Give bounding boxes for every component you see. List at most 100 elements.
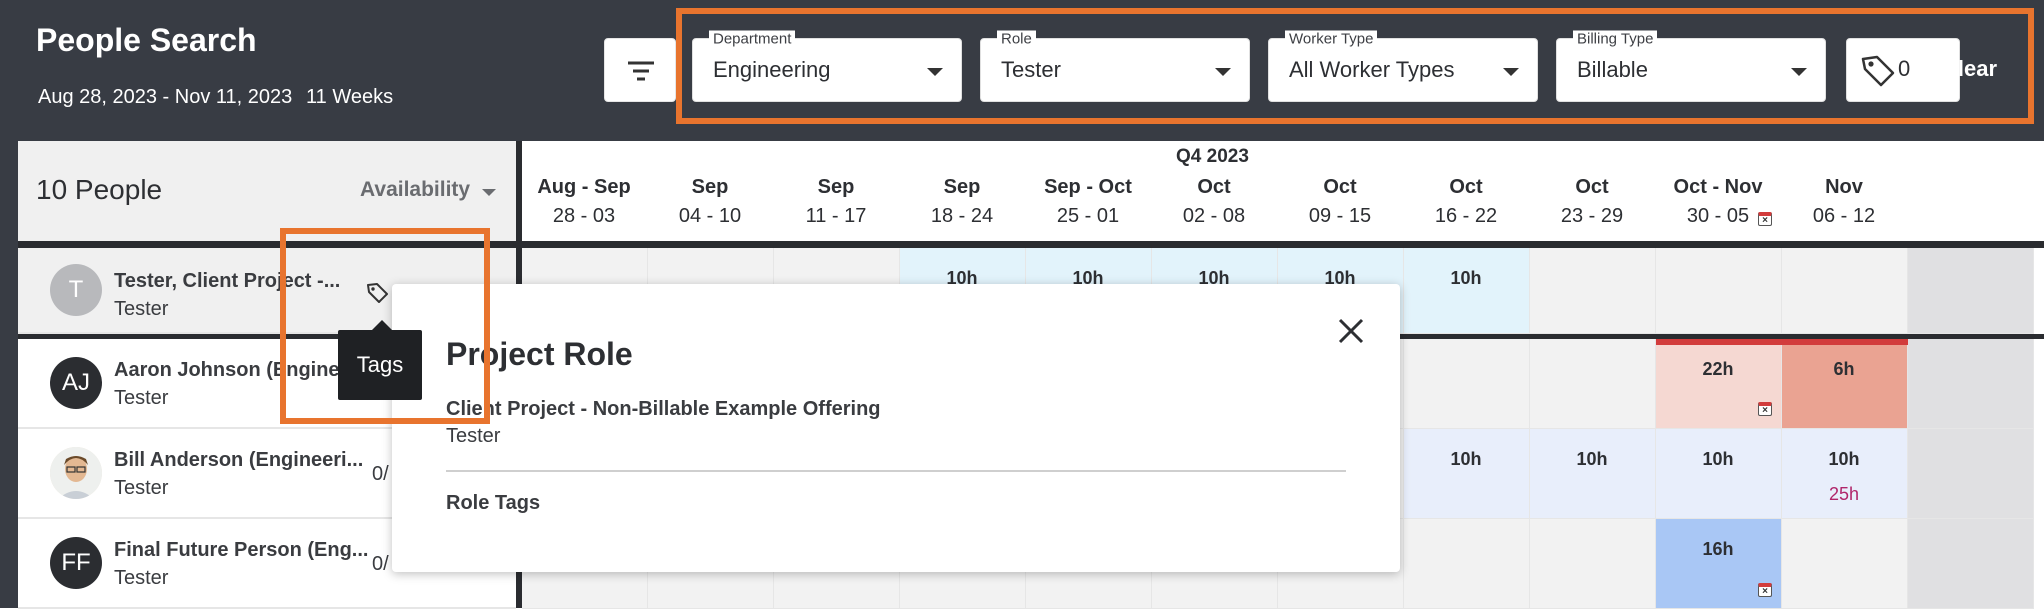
overallocation-bar (1656, 339, 1908, 345)
tag-count: 0 (1898, 56, 1911, 81)
avatar (50, 447, 102, 499)
week-column-header: Oct 02 - 08 (1152, 176, 1276, 228)
week-month-label: Oct - Nov (1673, 176, 1763, 198)
schedule-cell[interactable] (1530, 339, 1656, 429)
week-month-label: Sep (817, 176, 855, 198)
person-name: Bill Anderson (Engineeri... (114, 449, 364, 471)
person-role: Tester (114, 567, 169, 589)
overbooked-hours-label: 25h (1828, 484, 1860, 504)
chevron-down-icon (1215, 68, 1231, 76)
week-month-label: Oct (1575, 176, 1609, 198)
week-column-header: Sep 11 - 17 (774, 176, 898, 228)
schedule-cell[interactable] (1782, 339, 1908, 429)
role-label: Role (997, 30, 1036, 48)
chevron-down-icon (482, 189, 496, 196)
schedule-cell[interactable] (1530, 519, 1656, 609)
worker-type-select[interactable]: Worker Type All Worker Types (1268, 30, 1538, 102)
tag-highlight-box (280, 228, 490, 424)
week-date-label: 28 - 03 (552, 205, 616, 227)
calendar-icon: × (1758, 583, 1772, 597)
schedule-cell[interactable] (1530, 429, 1656, 519)
worker-type-label: Worker Type (1285, 30, 1378, 48)
role-tags-heading: Role Tags (446, 492, 541, 514)
schedule-cell[interactable] (1908, 429, 2034, 519)
billing-type-label: Billing Type (1573, 30, 1658, 48)
avatar: T (50, 264, 102, 316)
schedule-cell[interactable] (1908, 519, 2034, 609)
schedule-cell[interactable] (1404, 339, 1530, 429)
hours-label: 10h (1576, 449, 1608, 469)
week-column-header: Oct 16 - 22 (1404, 176, 1528, 228)
tag-icon (1861, 55, 1895, 87)
schedule-cell[interactable] (1404, 429, 1530, 519)
person-photo-icon (50, 447, 102, 499)
schedule-cell[interactable] (1908, 248, 2034, 334)
week-month-label: Sep (943, 176, 981, 198)
close-button[interactable] (1334, 314, 1368, 348)
schedule-cell[interactable] (1782, 429, 1908, 519)
schedule-cell[interactable] (1656, 248, 1782, 334)
calendar-icon: × (1758, 402, 1772, 416)
week-date-label: 25 - 01 (1056, 205, 1120, 227)
department-value: Engineering (713, 57, 831, 82)
hours-label: 10h (1450, 449, 1482, 469)
person-role: Tester (114, 387, 169, 409)
close-icon (1338, 318, 1364, 344)
people-count: 10 People (36, 174, 163, 205)
schedule-cell[interactable] (1404, 519, 1530, 609)
week-date-label: 06 - 12 (1812, 205, 1876, 227)
popup-role: Tester (446, 425, 501, 447)
quarter-label: Q4 2023 (1176, 146, 1249, 167)
project-role-popup (392, 284, 1400, 572)
week-date-label: 16 - 22 (1434, 205, 1498, 227)
week-month-label: Oct (1323, 176, 1357, 198)
schedule-cell[interactable] (1530, 248, 1656, 334)
schedule-cell[interactable] (1782, 519, 1908, 609)
department-label: Department (709, 30, 796, 48)
billing-type-select[interactable]: Billing Type Billable (1556, 30, 1826, 102)
person-role: Tester (114, 477, 169, 499)
filter-lines-icon (628, 61, 654, 81)
week-column-header: Aug - Sep 28 - 03 (522, 176, 646, 228)
utilization-fraction: 0/ (372, 463, 389, 485)
avatar: AJ (50, 357, 102, 409)
schedule-cell[interactable] (1908, 339, 2034, 429)
week-month-label: Oct (1449, 176, 1483, 198)
schedule-cell[interactable] (1782, 248, 1908, 334)
hours-label: 10h (1702, 449, 1734, 469)
left-edge-strip (0, 141, 18, 608)
week-column-header: Nov 06 - 12 (1782, 176, 1906, 228)
week-column-header: Oct 23 - 29 (1530, 176, 1654, 228)
week-date-label: 23 - 29 (1560, 205, 1624, 227)
week-month-label: Nov (1825, 176, 1863, 198)
person-role: Tester (114, 298, 169, 320)
utilization-fraction: 0/ (372, 553, 389, 575)
hours-label: 10h (1828, 449, 1860, 469)
week-date-label: 02 - 08 (1182, 205, 1246, 227)
calendar-icon: × (1758, 212, 1772, 226)
billing-type-value: Billable (1577, 57, 1648, 82)
chevron-down-icon (1503, 68, 1519, 76)
person-name: Final Future Person (Eng... (114, 539, 369, 561)
role-value: Tester (1001, 57, 1061, 82)
week-column-header: Sep 04 - 10 (648, 176, 772, 228)
week-month-label: Oct (1197, 176, 1231, 198)
hours-label: 16h (1702, 539, 1734, 559)
schedule-cell[interactable] (1404, 248, 1530, 334)
filter-menu-button[interactable] (604, 38, 676, 102)
chevron-down-icon (1791, 68, 1807, 76)
role-select[interactable]: Role Tester (980, 30, 1250, 102)
week-month-label: Sep (691, 176, 729, 198)
weeks-count: 11 Weeks (306, 86, 394, 108)
schedule-cell[interactable] (1656, 429, 1782, 519)
week-column-header: Sep 18 - 24 (900, 176, 1024, 228)
week-column-header: Oct 09 - 15 (1278, 176, 1402, 228)
chevron-down-icon (927, 68, 943, 76)
week-month-label: Sep - Oct (1044, 176, 1132, 198)
page-title: People Search (36, 22, 257, 58)
clear-filters-button[interactable]: Clear (1942, 56, 1997, 82)
availability-sort-button[interactable]: Availability (360, 178, 470, 202)
department-select[interactable]: Department Engineering (692, 30, 962, 102)
popup-divider (446, 470, 1346, 472)
worker-type-value: All Worker Types (1289, 57, 1455, 82)
